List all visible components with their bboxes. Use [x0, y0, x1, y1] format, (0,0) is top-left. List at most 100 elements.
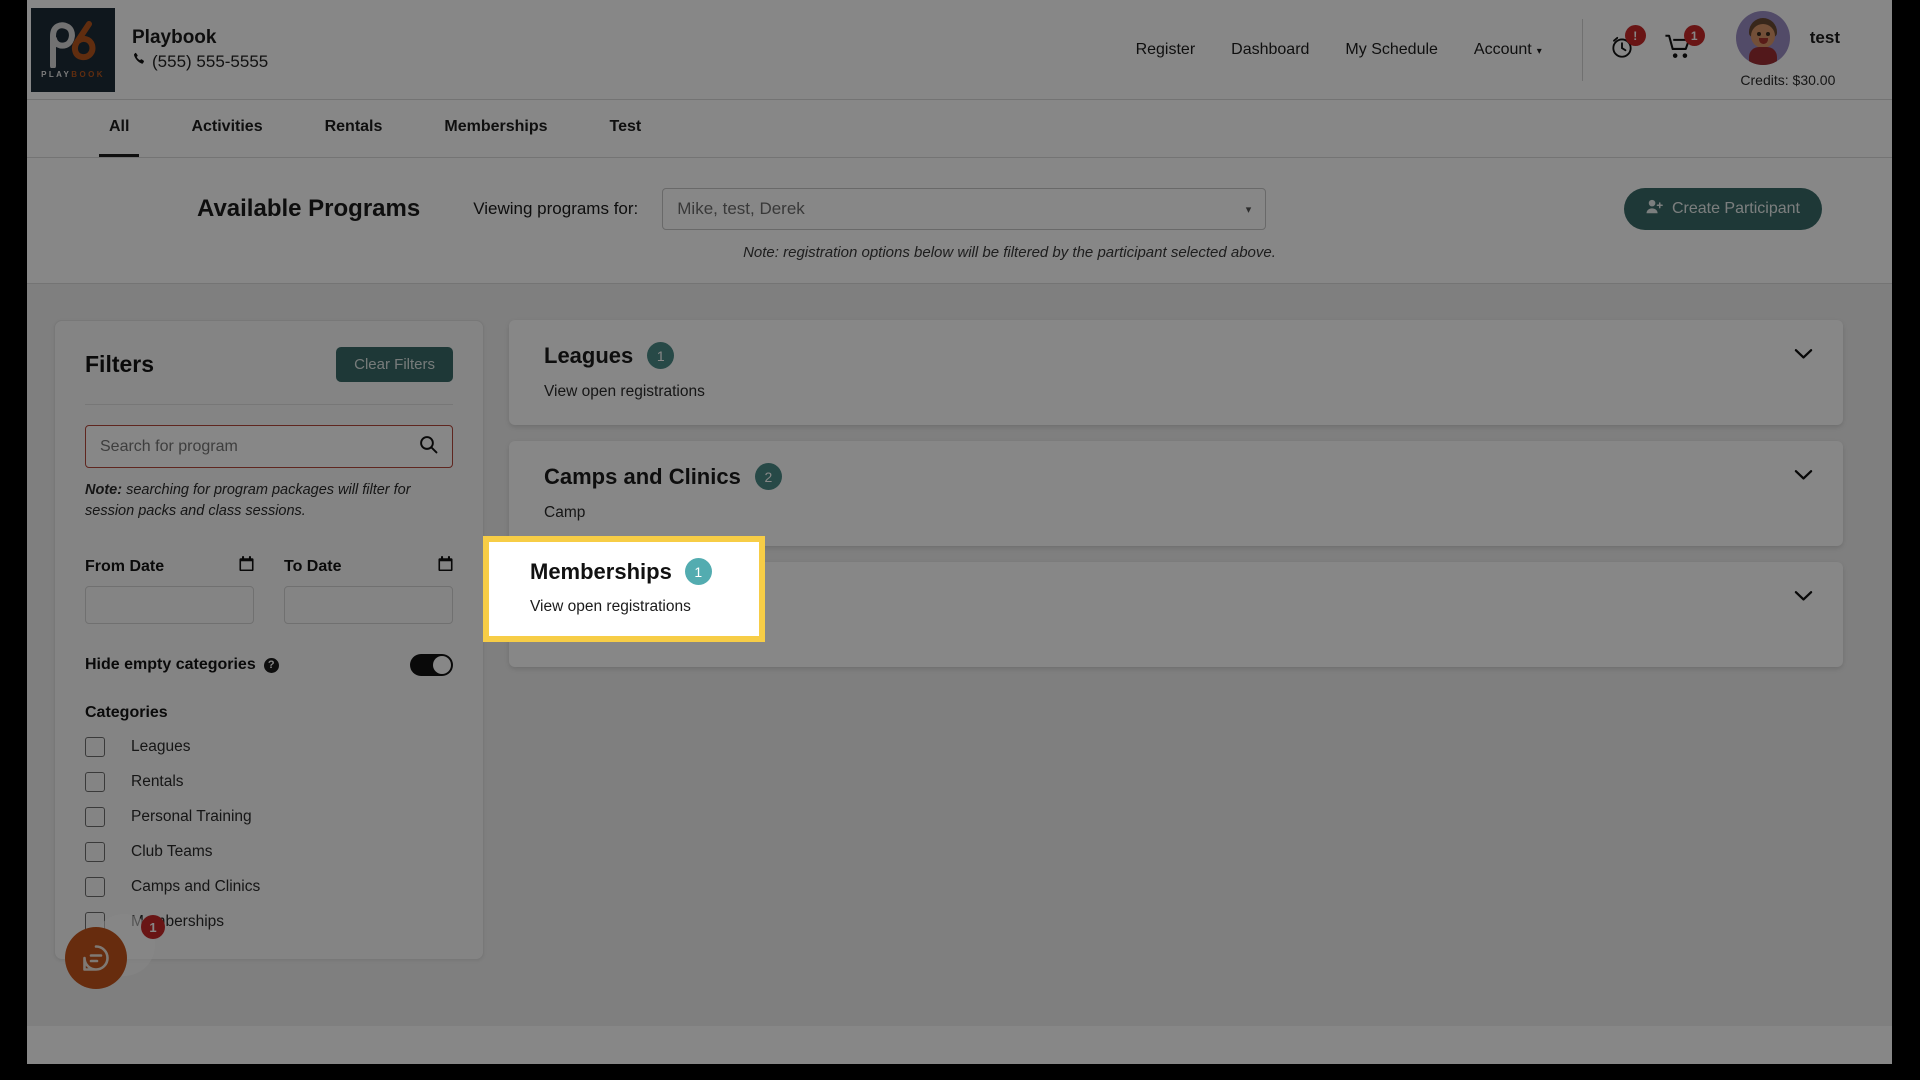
category-row-camps-and-clinics[interactable]: Camps and Clinics [85, 877, 453, 898]
header-icon-group: ! 1 [1609, 25, 1705, 65]
checkbox-leagues[interactable] [85, 737, 105, 758]
category-row-rentals[interactable]: Rentals [85, 772, 453, 793]
user-row: test [1735, 11, 1840, 65]
logo-word-play: PLAY [41, 70, 72, 79]
checkbox-club-teams[interactable] [85, 842, 105, 863]
tab-memberships[interactable]: Memberships [434, 100, 557, 157]
program-card-title-row: Leagues 1 [544, 342, 1815, 369]
screen-frame: PLAYBOOK Playbook (555) 555-5555 Registe… [0, 0, 1920, 1080]
to-date-head: To Date [284, 556, 453, 577]
cart-badge: 1 [1683, 25, 1705, 46]
to-date-col: To Date [284, 556, 453, 625]
available-programs-row: Available Programs Viewing programs for:… [27, 188, 1892, 230]
hide-empty-label: Hide empty categories [85, 656, 256, 674]
calendar-icon[interactable] [239, 556, 254, 577]
from-date-label: From Date [85, 557, 165, 575]
checkbox-camps-and-clinics[interactable] [85, 877, 105, 898]
nav-item-my-schedule[interactable]: My Schedule [1345, 41, 1438, 59]
site-header: PLAYBOOK Playbook (555) 555-5555 Registe… [27, 0, 1892, 100]
highlight-count-badge: 1 [684, 558, 712, 585]
chat-unread-badge: 1 [141, 915, 165, 939]
tab-activities[interactable]: Activities [181, 100, 272, 157]
help-icon[interactable]: ? [263, 657, 279, 673]
to-date-input[interactable] [284, 586, 453, 625]
program-card-title: Camps and Clinics [544, 463, 741, 489]
nav-item-dashboard[interactable]: Dashboard [1231, 41, 1309, 59]
viewing-programs-label: Viewing programs for: [473, 199, 639, 218]
person-add-icon [1646, 199, 1663, 219]
page-content: Filters Clear Filters Note: searching fo… [27, 284, 1892, 1026]
search-note-rest: searching for program packages will filt… [85, 482, 411, 520]
user-block[interactable]: test Credits: $30.00 [1735, 11, 1840, 88]
brand-name: Playbook [132, 27, 217, 49]
program-card-title-row: Camps and Clinics 2 [544, 463, 1815, 490]
chat-widget[interactable]: 1 [65, 914, 165, 989]
chevron-down-icon: ▾ [1245, 203, 1252, 216]
available-programs-bar: Available Programs Viewing programs for:… [27, 158, 1892, 284]
header-divider [1581, 18, 1583, 81]
category-label-club-teams: Club Teams [131, 843, 213, 861]
filters-title: Filters [85, 351, 155, 377]
create-participant-button[interactable]: Create Participant [1623, 188, 1822, 230]
hide-empty-label-group: Hide empty categories ? [85, 656, 279, 674]
checkbox-rentals[interactable] [85, 772, 105, 793]
tab-all[interactable]: All [99, 100, 140, 157]
chevron-down-icon[interactable] [1794, 589, 1813, 607]
participant-filter-note: Note: registration options below will be… [743, 244, 1276, 261]
search-wrapper [85, 425, 453, 468]
participant-select[interactable]: Mike, test, Derek ▾ [662, 188, 1267, 230]
category-row-personal-training[interactable]: Personal Training [85, 807, 453, 828]
filters-divider [85, 404, 453, 405]
history-badge: ! [1624, 25, 1646, 46]
category-label-personal-training: Personal Training [131, 808, 252, 826]
brand-phone-number: (555) 555-5555 [152, 51, 269, 71]
program-card-leagues[interactable]: Leagues 1 View open registrations [509, 320, 1843, 425]
browser-viewport: PLAYBOOK Playbook (555) 555-5555 Registe… [27, 0, 1892, 1064]
history-button[interactable]: ! [1609, 25, 1646, 65]
chat-launcher-button[interactable]: 1 [65, 915, 165, 989]
checkbox-personal-training[interactable] [85, 807, 105, 828]
chevron-down-icon[interactable] [1794, 347, 1813, 365]
category-label-camps-and-clinics: Camps and Clinics [131, 878, 261, 896]
program-card-title: Leagues [544, 342, 634, 368]
brand-block[interactable]: PLAYBOOK Playbook (555) 555-5555 [27, 7, 269, 92]
to-date-label: To Date [284, 557, 342, 575]
logo-word-book: BOOK [71, 70, 105, 79]
nav-item-account[interactable]: Account ▾ [1474, 41, 1542, 59]
avatar-body [1748, 47, 1777, 65]
category-row-leagues[interactable]: Leagues [85, 737, 453, 758]
highlight-title-row: Memberships 1 [530, 558, 739, 585]
category-label-rentals: Rentals [131, 773, 184, 791]
avatar[interactable] [1735, 11, 1790, 65]
page-title: Available Programs [197, 195, 421, 222]
filters-panel: Filters Clear Filters Note: searching fo… [54, 320, 484, 960]
program-tab-bar: All Activities Rentals Memberships Test [27, 100, 1892, 158]
user-name: test [1809, 28, 1840, 47]
program-card-count-badge: 2 [754, 463, 782, 490]
toggle-knob [433, 656, 451, 675]
playbook-logo: PLAYBOOK [31, 7, 115, 92]
category-label-leagues: Leagues [131, 738, 191, 756]
logo-wordmark: PLAYBOOK [41, 70, 105, 79]
search-note-bold: Note: [85, 482, 123, 498]
hide-empty-toggle[interactable] [410, 654, 453, 677]
nav-item-register[interactable]: Register [1136, 41, 1196, 59]
tab-rentals[interactable]: Rentals [315, 100, 393, 157]
user-credits: Credits: $30.00 [1740, 72, 1836, 88]
program-card-subtitle: View open registrations [544, 383, 705, 400]
program-category-list: Leagues 1 View open registrations Camps … [484, 320, 1892, 1026]
program-card-count-badge: 1 [647, 342, 675, 369]
highlight-subtitle: View open registrations [530, 598, 691, 615]
clear-filters-button[interactable]: Clear Filters [336, 347, 453, 382]
nav-item-account-label: Account [1473, 40, 1532, 58]
program-card-camps-and-clinics[interactable]: Camps and Clinics 2 Camp [509, 441, 1843, 546]
hide-empty-row: Hide empty categories ? [85, 654, 453, 677]
category-row-club-teams[interactable]: Club Teams [85, 842, 453, 863]
tab-test[interactable]: Test [600, 100, 652, 157]
from-date-input[interactable] [85, 586, 254, 625]
highlighted-memberships-card[interactable]: Memberships 1 View open registrations [483, 536, 765, 642]
calendar-icon[interactable] [438, 556, 453, 577]
cart-button[interactable]: 1 [1665, 25, 1705, 65]
chevron-down-icon[interactable] [1794, 468, 1813, 486]
search-input[interactable] [85, 425, 453, 468]
